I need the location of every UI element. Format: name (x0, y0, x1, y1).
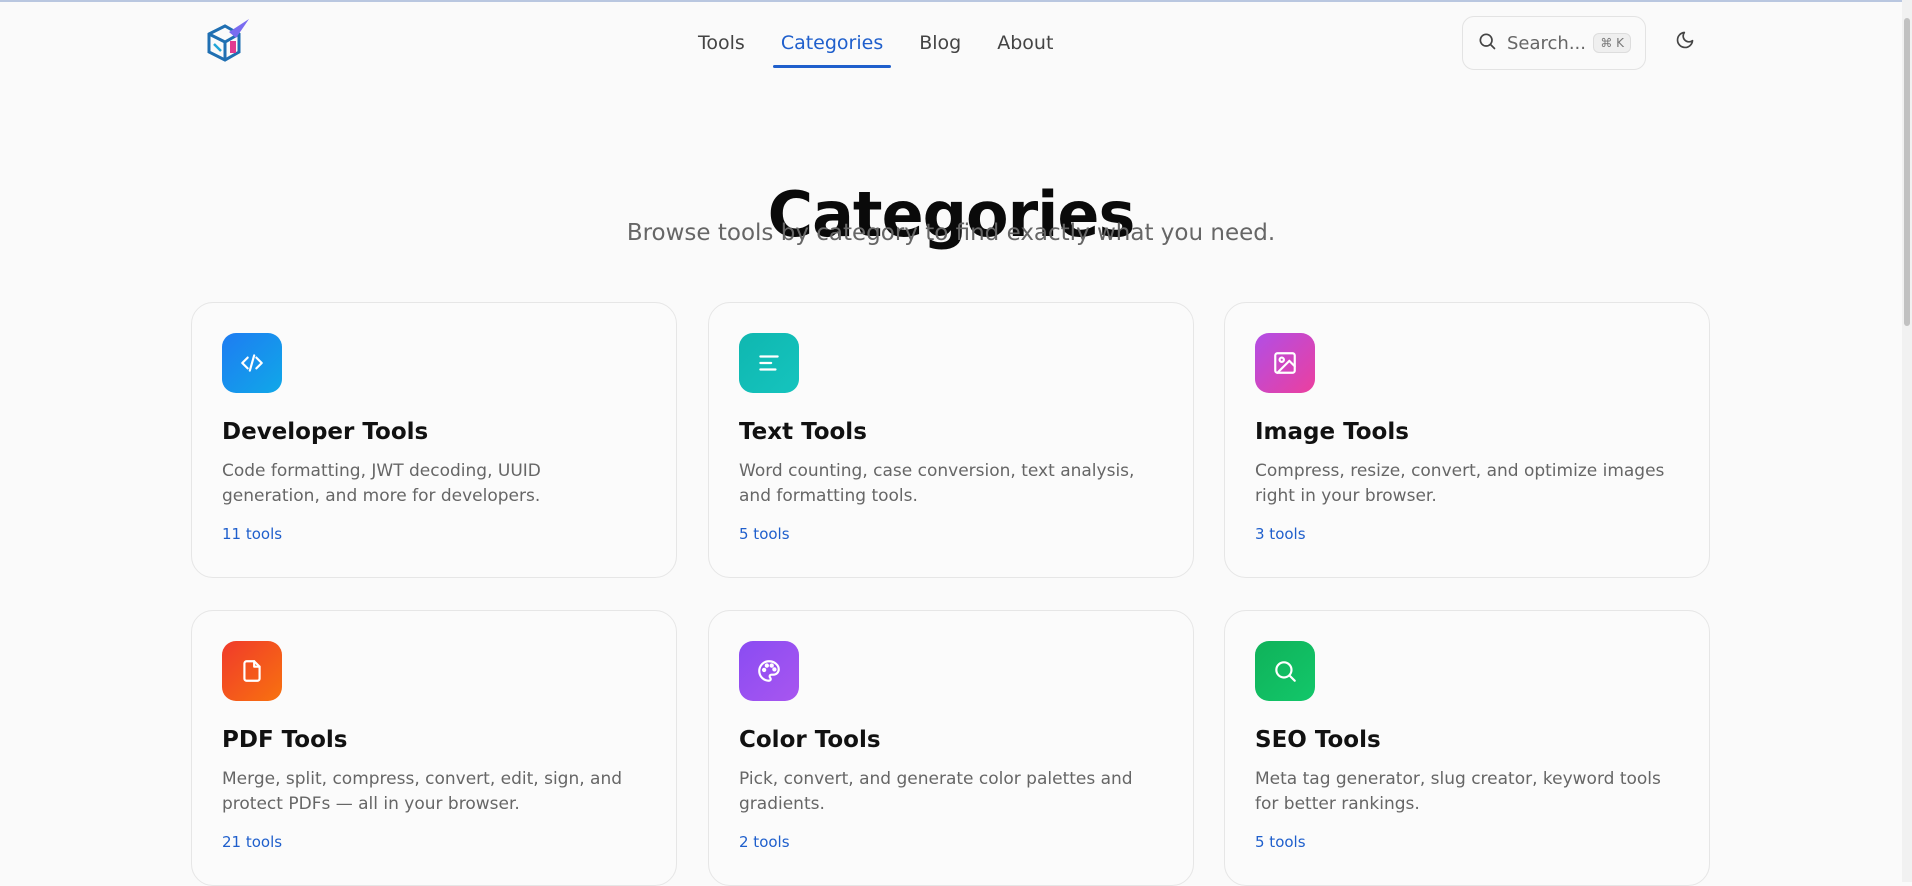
category-name: Text Tools (739, 419, 867, 445)
category-name: Color Tools (739, 727, 881, 753)
nav-tools[interactable]: Tools (680, 20, 763, 70)
category-description: Compress, resize, convert, and optimize … (1255, 461, 1665, 506)
search-button[interactable]: Search... ⌘ K (1462, 16, 1646, 70)
page-scrollbar[interactable] (1902, 0, 1912, 882)
image-icon (1255, 333, 1315, 393)
theme-toggle-button[interactable] (1670, 26, 1700, 58)
nav-blog[interactable]: Blog (901, 20, 979, 70)
category-card-developer-tools[interactable]: Developer Tools Code formatting, JWT dec… (191, 302, 677, 578)
category-count: 21 tools (222, 833, 283, 851)
scrollbar-thumb[interactable] (1904, 18, 1910, 326)
nav-categories[interactable]: Categories (763, 20, 901, 70)
category-count: 11 tools (222, 525, 283, 543)
category-description: Code formatting, JWT decoding, UUID gene… (222, 461, 541, 506)
category-card-image-tools[interactable]: Image Tools Compress, resize, convert, a… (1224, 302, 1710, 578)
category-description: Word counting, case conversion, text ana… (739, 461, 1135, 506)
text-align-icon (739, 333, 799, 393)
category-count: 2 tools (739, 833, 790, 851)
category-name: PDF Tools (222, 727, 348, 753)
category-card-text-tools[interactable]: Text Tools Word counting, case conversio… (708, 302, 1194, 578)
file-icon (222, 641, 282, 701)
category-name: SEO Tools (1255, 727, 1381, 753)
search-shortcut: ⌘ K (1593, 33, 1631, 53)
site-logo[interactable] (205, 18, 251, 64)
category-card-pdf-tools[interactable]: PDF Tools Merge, split, compress, conver… (191, 610, 677, 886)
search-placeholder: Search... (1507, 32, 1587, 54)
code-icon (222, 333, 282, 393)
search-icon (1477, 31, 1497, 55)
main-nav: Tools Categories Blog About (680, 20, 1071, 70)
category-description: Meta tag generator, slug creator, keywor… (1255, 769, 1661, 814)
palette-icon (739, 641, 799, 701)
category-description: Merge, split, compress, convert, edit, s… (222, 769, 623, 814)
page-subtitle: Browse tools by category to find exactly… (626, 220, 1276, 246)
nav-about[interactable]: About (979, 20, 1071, 70)
category-count: 3 tools (1255, 525, 1306, 543)
category-card-seo-tools[interactable]: SEO Tools Meta tag generator, slug creat… (1224, 610, 1710, 886)
search-icon (1255, 641, 1315, 701)
site-header: Tools Categories Blog About Search... ⌘ … (0, 0, 1912, 86)
category-name: Image Tools (1255, 419, 1409, 445)
category-description: Pick, convert, and generate color palett… (739, 769, 1133, 814)
category-count: 5 tools (739, 525, 790, 543)
moon-icon (1675, 30, 1695, 54)
category-count: 5 tools (1255, 833, 1306, 851)
category-name: Developer Tools (222, 419, 429, 445)
category-card-color-tools[interactable]: Color Tools Pick, convert, and generate … (708, 610, 1194, 886)
